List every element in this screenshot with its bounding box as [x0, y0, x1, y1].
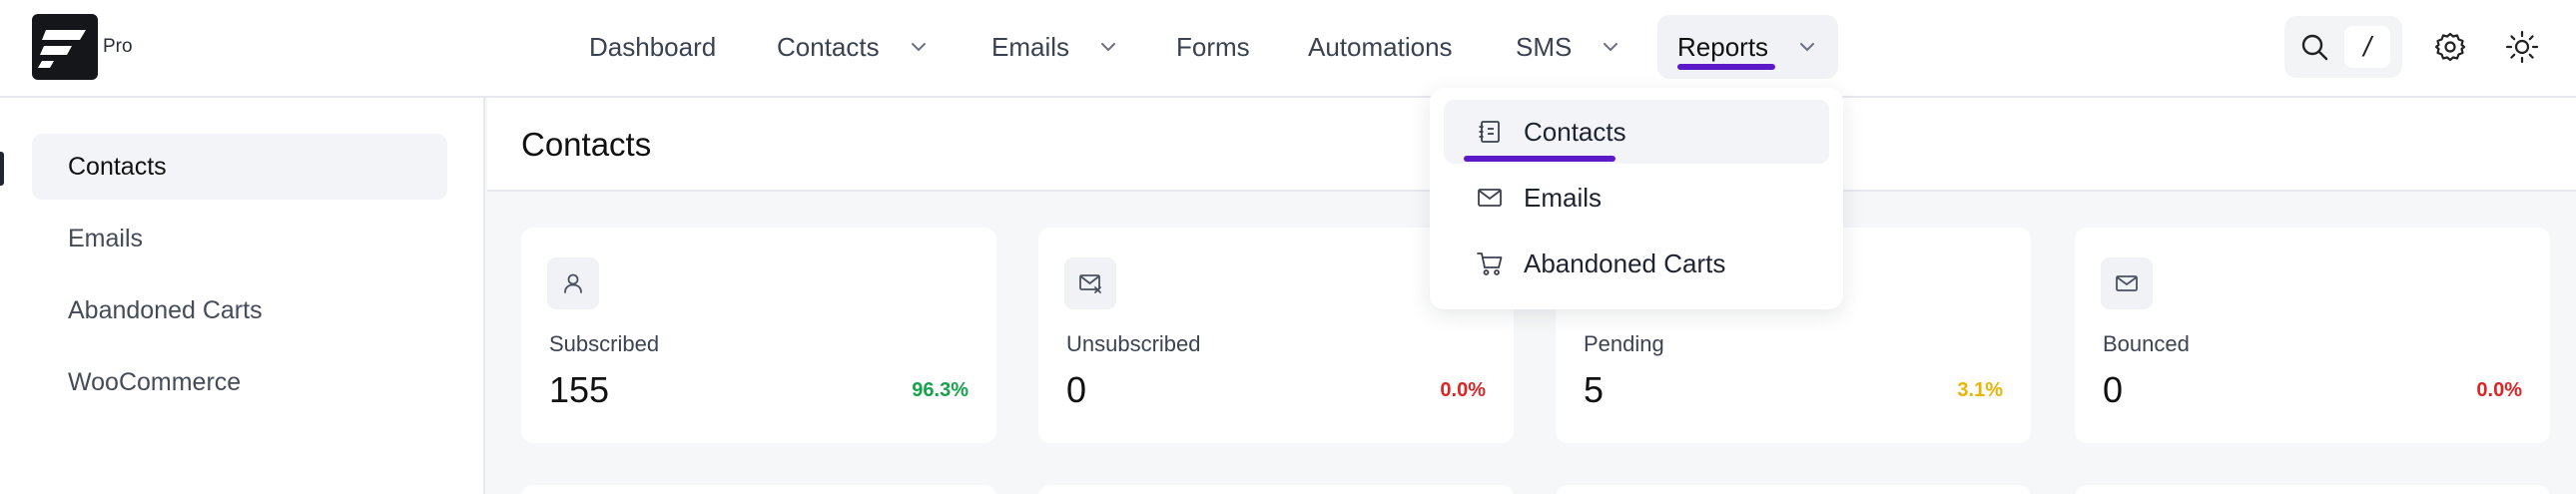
chevron-down-icon	[1101, 43, 1116, 52]
sidebar-item-label: Abandoned Carts	[68, 295, 263, 324]
nav-label: Automations	[1308, 31, 1453, 62]
nav-forms[interactable]: Forms	[1176, 0, 1250, 94]
sidebar-item-label: Contacts	[68, 152, 167, 181]
nav-automations[interactable]: Automations	[1308, 0, 1453, 94]
sidebar-item-contacts[interactable]: Contacts	[32, 134, 447, 200]
stat-card-partial	[2075, 485, 2550, 494]
mail-x-icon	[1079, 274, 1101, 293]
mail-icon	[2116, 275, 2138, 291]
card-icon-wrap	[1064, 257, 1116, 309]
chevron-down-icon	[1604, 43, 1618, 52]
stat-percent: 0.0%	[1440, 379, 1486, 401]
stat-card-subscribed: Subscribed 155 96.3%	[521, 228, 996, 443]
reports-dropdown-menu: Contacts Emails Abandoned Carts	[1430, 88, 1843, 309]
reports-menu-emails[interactable]: Emails	[1444, 166, 1829, 230]
stat-label: Bounced	[2103, 331, 2190, 356]
nav-emails[interactable]: Emails	[991, 0, 1119, 94]
nav-contacts[interactable]: Contacts	[777, 0, 930, 94]
sun-icon[interactable]	[2504, 29, 2540, 65]
stat-percent: 3.1%	[1957, 379, 2003, 401]
nav-label: SMS	[1516, 31, 1573, 62]
search-icon	[2301, 34, 2328, 61]
stat-value: 0	[2103, 369, 2124, 410]
stat-label: Unsubscribed	[1066, 331, 1201, 356]
sidebar-item-label: Emails	[68, 224, 144, 252]
stat-percent: 0.0%	[2476, 379, 2522, 401]
reports-menu-abandoned-carts[interactable]: Abandoned Carts	[1444, 232, 1829, 295]
stat-label: Pending	[1584, 331, 1664, 356]
stat-value: 0	[1066, 369, 1087, 410]
nav-active-underline	[1677, 64, 1775, 70]
sidebar-item-abandoned-carts[interactable]: Abandoned Carts	[32, 277, 447, 343]
reports-menu-label: Abandoned Carts	[1524, 247, 1726, 278]
stat-card-partial	[521, 485, 996, 494]
gear-icon[interactable]	[2432, 29, 2468, 65]
reports-menu-label: Contacts	[1524, 116, 1626, 147]
nav-dashboard[interactable]: Dashboard	[589, 0, 716, 94]
stat-value: 155	[549, 369, 610, 410]
sidebar: Contacts Emails Abandoned Carts WooComme…	[0, 98, 485, 494]
stat-label: Subscribed	[549, 331, 660, 356]
sidebar-item-emails[interactable]: Emails	[32, 206, 447, 271]
user-icon	[564, 273, 582, 293]
search-bar[interactable]: /	[2284, 16, 2402, 78]
stat-card-partial	[1556, 485, 2031, 494]
reports-menu-contacts[interactable]: Contacts	[1444, 100, 1829, 164]
main-nav: Dashboard Contacts Emails Forms Automati…	[0, 0, 2576, 98]
search-shortcut-key: /	[2344, 26, 2390, 68]
nav-label: Emails	[991, 31, 1070, 62]
page-title: Contacts	[521, 126, 652, 163]
reports-menu-label: Emails	[1524, 182, 1603, 213]
stat-percent: 96.3%	[912, 379, 968, 401]
stat-value: 5	[1584, 369, 1605, 410]
nav-label: Reports	[1677, 31, 1769, 62]
top-navigation-bar: Pro Dashboard Contacts Emails Forms Auto…	[0, 0, 2576, 98]
nav-label: Contacts	[777, 31, 880, 62]
menu-active-underline	[1464, 156, 1615, 162]
sidebar-item-label: WooCommerce	[68, 367, 242, 396]
stat-card-partial	[1038, 485, 1514, 494]
contacts-book-icon	[1479, 121, 1500, 143]
cart-icon	[1477, 252, 1503, 275]
chevron-down-icon	[911, 43, 926, 52]
sidebar-item-woocommerce[interactable]: WooCommerce	[32, 349, 447, 415]
nav-label: Forms	[1176, 31, 1250, 62]
card-icon-wrap	[2101, 257, 2153, 309]
chevron-down-icon	[1800, 43, 1815, 52]
nav-label: Dashboard	[589, 31, 717, 62]
card-icon-wrap	[547, 257, 599, 309]
mail-icon	[1478, 189, 1502, 207]
nav-sms[interactable]: SMS	[1516, 0, 1621, 94]
stat-card-bounced: Bounced 0 0.0%	[2075, 228, 2550, 443]
sidebar-active-marker	[0, 152, 4, 186]
